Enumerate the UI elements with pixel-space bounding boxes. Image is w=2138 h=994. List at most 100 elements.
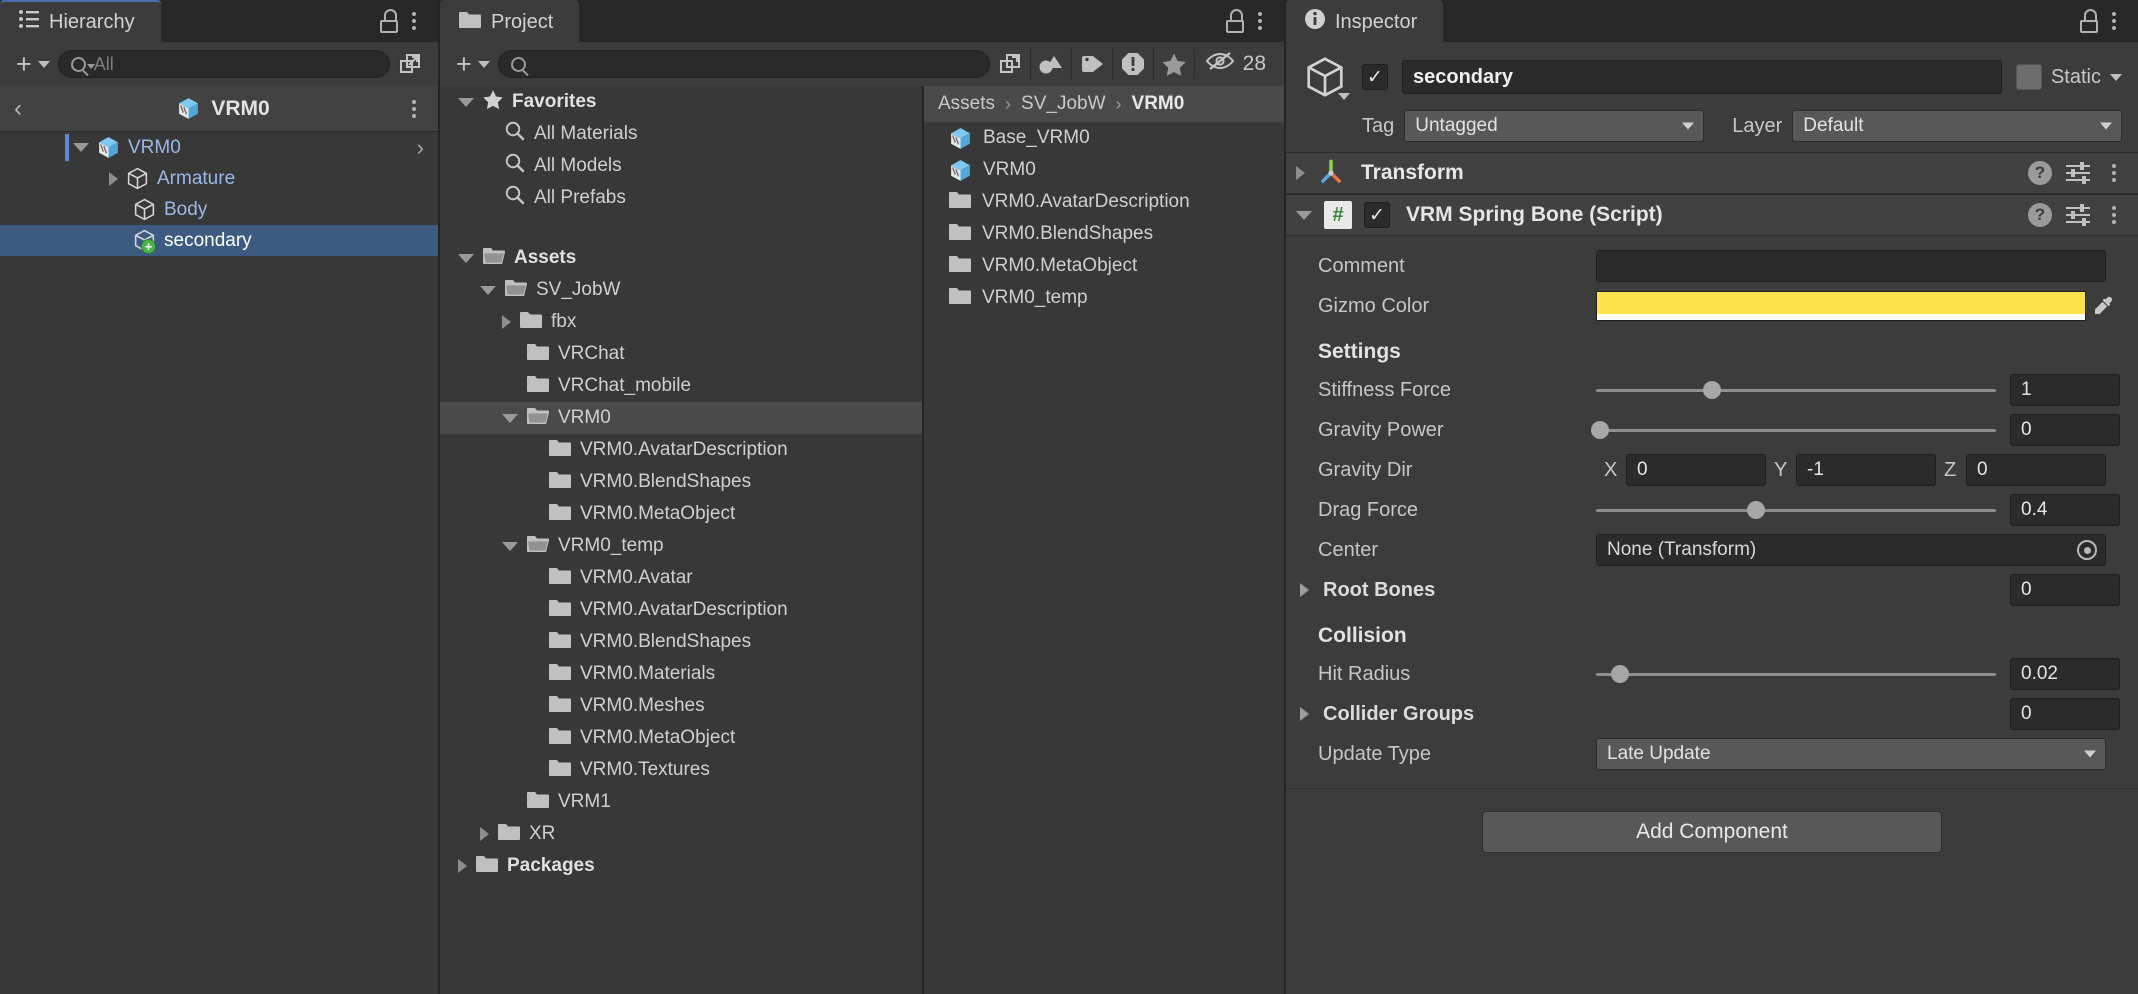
save-search-icon[interactable] bbox=[990, 47, 1030, 81]
stiffness-force-slider[interactable] bbox=[1596, 374, 1996, 406]
gravity-dir-y-input[interactable]: -1 bbox=[1796, 454, 1936, 486]
back-button[interactable]: ‹ bbox=[14, 95, 42, 123]
warning-filter-icon[interactable] bbox=[1113, 47, 1153, 81]
update-type-dropdown[interactable]: Late Update bbox=[1596, 738, 2106, 770]
gravity-power-input[interactable]: 0 bbox=[2010, 414, 2120, 446]
expand-chevron-right-icon[interactable] bbox=[502, 315, 511, 329]
project-file-item[interactable]: VRM0 bbox=[924, 154, 1284, 186]
open-prefab-chevron-right-icon[interactable]: › bbox=[417, 135, 424, 161]
project-tree-item[interactable]: VRM0.Avatar bbox=[440, 562, 922, 594]
favorite-filter-icon[interactable] bbox=[1154, 47, 1194, 81]
drag-force-input[interactable]: 0.4 bbox=[2010, 494, 2120, 526]
project-tree-item[interactable]: SV_JobW bbox=[440, 274, 922, 306]
gravity-dir-z-input[interactable]: 0 bbox=[1966, 454, 2106, 486]
static-checkbox[interactable] bbox=[2015, 64, 2042, 90]
project-tree-item[interactable]: VRM0.MetaObject bbox=[440, 722, 922, 754]
project-tree-item[interactable]: XR bbox=[440, 818, 922, 850]
hierarchy-item-vrm0[interactable]: VRM0 › bbox=[0, 132, 438, 163]
kebab-menu-icon[interactable] bbox=[2104, 160, 2124, 186]
help-icon[interactable]: ? bbox=[2028, 161, 2052, 185]
project-search-field[interactable] bbox=[497, 50, 990, 78]
tab-hierarchy[interactable]: Hierarchy bbox=[0, 0, 161, 42]
component-header-transform[interactable]: Transform ? bbox=[1286, 152, 2138, 194]
hierarchy-item-secondary[interactable]: + secondary bbox=[0, 225, 438, 256]
expand-chevron-right-icon[interactable] bbox=[458, 859, 467, 873]
comment-input[interactable] bbox=[1596, 250, 2106, 282]
create-asset-button[interactable]: + bbox=[448, 47, 498, 81]
gizmo-color-swatch[interactable] bbox=[1596, 291, 2086, 321]
kebab-menu-icon[interactable] bbox=[404, 8, 424, 34]
hit-radius-input[interactable]: 0.02 bbox=[2010, 658, 2120, 690]
lock-icon[interactable] bbox=[378, 9, 400, 33]
component-enabled-checkbox[interactable]: ✓ bbox=[1364, 202, 1390, 228]
collapse-chevron-down-icon[interactable] bbox=[73, 143, 89, 152]
create-gameobject-button[interactable]: + bbox=[8, 47, 58, 81]
project-tree-item[interactable]: VRChat bbox=[440, 338, 922, 370]
lock-icon[interactable] bbox=[1224, 9, 1246, 33]
gravity-power-slider[interactable] bbox=[1591, 414, 1996, 446]
add-component-button[interactable]: Add Component bbox=[1482, 811, 1942, 853]
breadcrumb-segment[interactable]: Assets bbox=[938, 93, 995, 115]
project-tree-item[interactable]: fbx bbox=[440, 306, 922, 338]
hierarchy-search-input[interactable] bbox=[93, 53, 377, 75]
project-tree-item[interactable]: VRM0.AvatarDescription bbox=[440, 594, 922, 626]
collapse-chevron-down-icon[interactable] bbox=[1296, 210, 1312, 220]
collapse-chevron-down-icon[interactable] bbox=[480, 285, 496, 295]
tab-project[interactable]: Project bbox=[440, 0, 580, 42]
chevron-down-icon[interactable] bbox=[1338, 93, 1350, 100]
project-tree-item[interactable]: All Models bbox=[440, 150, 922, 182]
help-icon[interactable]: ? bbox=[2028, 203, 2052, 227]
center-object-field[interactable]: None (Transform) bbox=[1596, 534, 2106, 566]
gameobject-name-input[interactable]: secondary bbox=[1402, 60, 2002, 94]
project-tree-item[interactable]: VRM1 bbox=[440, 786, 922, 818]
project-file-list[interactable]: Base_VRM0 VRM0 VRM0.AvatarDescription VRM0.… bbox=[924, 122, 1284, 314]
project-tree-item[interactable]: VRM0.BlendShapes bbox=[440, 626, 922, 658]
hierarchy-tree[interactable]: VRM0 › Armature Body + secondary bbox=[0, 132, 438, 994]
project-tree-item[interactable]: VRM0.Materials bbox=[440, 658, 922, 690]
project-tree-item[interactable]: VRM0.MetaObject bbox=[440, 498, 922, 530]
project-file-item[interactable]: VRM0.AvatarDescription bbox=[924, 186, 1284, 218]
breadcrumb-segment[interactable]: VRM0 bbox=[1132, 93, 1185, 115]
project-tree-item[interactable]: Assets bbox=[440, 242, 922, 274]
drag-force-slider[interactable] bbox=[1596, 494, 1996, 526]
root-bones-size-input[interactable]: 0 bbox=[2010, 574, 2120, 606]
lock-icon[interactable] bbox=[2078, 9, 2100, 33]
project-tree-item[interactable]: All Prefabs bbox=[440, 182, 922, 214]
project-folder-tree[interactable]: Favorites All Materials All Models All Pref… bbox=[440, 86, 924, 994]
project-tree-item[interactable]: VRChat_mobile bbox=[440, 370, 922, 402]
hierarchy-search-field[interactable] bbox=[57, 50, 390, 78]
collapse-chevron-down-icon[interactable] bbox=[458, 97, 474, 107]
collapse-chevron-down-icon[interactable] bbox=[502, 541, 518, 551]
preset-icon[interactable] bbox=[2066, 204, 2090, 226]
tab-inspector[interactable]: Inspector bbox=[1286, 0, 1444, 42]
stiffness-force-input[interactable]: 1 bbox=[2010, 374, 2120, 406]
hit-radius-slider[interactable] bbox=[1596, 658, 1996, 690]
preset-icon[interactable] bbox=[2066, 162, 2090, 184]
hierarchy-item-body[interactable]: Body bbox=[0, 194, 438, 225]
expand-chevron-right-icon[interactable] bbox=[109, 171, 118, 186]
project-tree-item[interactable]: VRM0.Meshes bbox=[440, 690, 922, 722]
collapse-chevron-down-icon[interactable] bbox=[458, 253, 474, 263]
hidden-assets-indicator[interactable]: 28 bbox=[1195, 50, 1276, 78]
project-tree-item[interactable]: VRM0.Textures bbox=[440, 754, 922, 786]
project-search-input[interactable] bbox=[533, 53, 977, 75]
static-dropdown-chevron-down-icon[interactable] bbox=[2110, 73, 2122, 81]
label-filter-icon[interactable] bbox=[1072, 47, 1112, 81]
project-tree-item[interactable]: VRM0 bbox=[440, 402, 922, 434]
tag-dropdown[interactable]: Untagged bbox=[1404, 110, 1705, 142]
project-tree-item[interactable]: VRM0.AvatarDescription bbox=[440, 434, 922, 466]
expand-chevron-right-icon[interactable] bbox=[480, 827, 489, 841]
expand-chevron-right-icon[interactable] bbox=[1296, 166, 1305, 180]
hierarchy-item-armature[interactable]: Armature bbox=[0, 163, 438, 194]
object-picker-icon[interactable] bbox=[2077, 540, 2097, 560]
component-header-vrm-spring-bone[interactable]: # ✓ VRM Spring Bone (Script) ? bbox=[1286, 194, 2138, 236]
layer-dropdown[interactable]: Default bbox=[1792, 110, 2122, 142]
kebab-menu-icon[interactable] bbox=[2104, 8, 2124, 34]
kebab-menu-icon[interactable] bbox=[2104, 202, 2124, 228]
open-in-new-window-button[interactable] bbox=[390, 47, 430, 81]
collider-groups-size-input[interactable]: 0 bbox=[2010, 698, 2120, 730]
breadcrumb-segment[interactable]: SV_JobW bbox=[1021, 93, 1105, 115]
gravity-dir-x-input[interactable]: 0 bbox=[1626, 454, 1766, 486]
project-tree-item[interactable]: All Materials bbox=[440, 118, 922, 150]
project-tree-item[interactable]: Favorites bbox=[440, 86, 922, 118]
